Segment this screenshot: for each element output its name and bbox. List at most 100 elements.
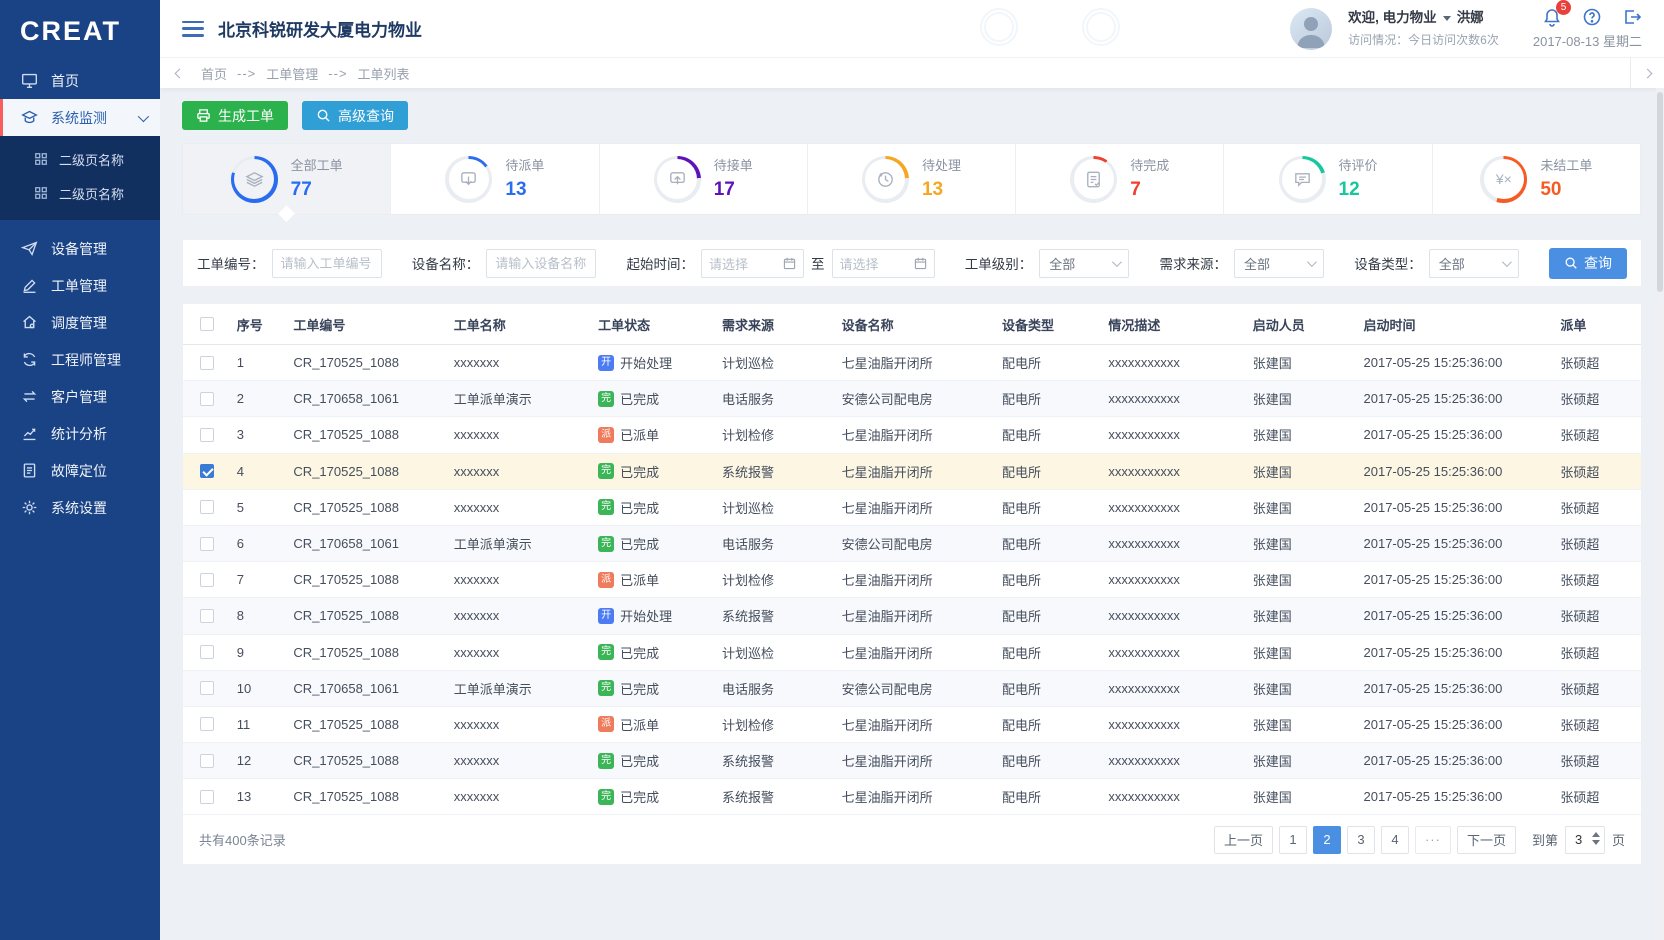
cell-order-no: CR_170525_1088 <box>289 645 449 660</box>
cell-description: xxxxxxxxxxx <box>1104 645 1248 660</box>
sidebar-item-fault-location[interactable]: 故障定位 <box>0 452 160 489</box>
stat-card-open-orders[interactable]: ¥× 未结工单 50 <box>1433 144 1641 214</box>
page-stepper[interactable] <box>1592 832 1600 845</box>
stat-card-all-orders[interactable]: 全部工单 77 <box>183 144 391 214</box>
stat-card-to-review[interactable]: 待评价 12 <box>1224 144 1432 214</box>
cell-start-time: 2017-05-25 15:25:36:00 <box>1360 753 1557 768</box>
source-select[interactable]: 全部 <box>1234 249 1324 278</box>
status-badge: 完 <box>598 499 614 515</box>
breadcrumb-back-icon[interactable] <box>175 68 185 78</box>
row-checkbox[interactable] <box>200 681 214 695</box>
table-row[interactable]: 5 CR_170525_1088 xxxxxxx 完 已完成 计划巡检 七星油脂… <box>183 490 1641 526</box>
page-title: 北京科锐研发大厦电力物业 <box>218 16 422 41</box>
row-checkbox[interactable] <box>200 609 214 623</box>
table-row[interactable]: 8 CR_170525_1088 xxxxxxx 开 开始处理 系统报警 七星油… <box>183 598 1641 634</box>
row-checkbox[interactable] <box>200 392 214 406</box>
row-checkbox[interactable] <box>200 464 214 478</box>
row-checkbox[interactable] <box>200 428 214 442</box>
row-checkbox[interactable] <box>200 356 214 370</box>
cell-order-no: CR_170658_1061 <box>289 391 449 406</box>
select-all-checkbox[interactable] <box>200 317 214 331</box>
menu-toggle-icon[interactable] <box>182 21 204 37</box>
query-button[interactable]: 查询 <box>1549 248 1627 279</box>
vertical-scrollbar[interactable] <box>1656 88 1664 940</box>
cell-order-name: xxxxxxx <box>450 500 594 515</box>
table-row[interactable]: 1 CR_170525_1088 xxxxxxx 开 开始处理 计划巡检 七星油… <box>183 345 1641 381</box>
generate-workorder-button[interactable]: 生成工单 <box>182 101 288 130</box>
sidebar-item-system-monitor[interactable]: 系统监测 <box>0 99 160 136</box>
cell-order-name: xxxxxxx <box>450 717 594 732</box>
sidebar-item-engineer-mgmt[interactable]: 工程师管理 <box>0 341 160 378</box>
order-no-input[interactable] <box>272 249 382 278</box>
row-checkbox[interactable] <box>200 573 214 587</box>
prev-page-button[interactable]: 上一页 <box>1214 826 1273 854</box>
status-badge: 完 <box>598 753 614 769</box>
page-button-2[interactable]: 2 <box>1313 826 1341 854</box>
table-row[interactable]: 2 CR_170658_1061 工单派单演示 完 已完成 电话服务 安德公司配… <box>183 381 1641 417</box>
row-checkbox[interactable] <box>200 790 214 804</box>
avatar[interactable] <box>1290 8 1332 50</box>
cell-device-name: 安德公司配电房 <box>838 389 998 408</box>
table-row[interactable]: 11 CR_170525_1088 xxxxxxx 派 已派单 计划检修 七星油… <box>183 707 1641 743</box>
breadcrumb-item-home[interactable]: 首页 <box>201 64 227 83</box>
sidebar-item-customer-mgmt[interactable]: 客户管理 <box>0 378 160 415</box>
page-button-1[interactable]: 1 <box>1279 826 1307 854</box>
table-row[interactable]: 12 CR_170525_1088 xxxxxxx 完 已完成 系统报警 七星油… <box>183 743 1641 779</box>
comment-icon <box>1282 159 1322 199</box>
status-badge: 派 <box>598 572 614 588</box>
table-row[interactable]: 7 CR_170525_1088 xxxxxxx 派 已派单 计划检修 七星油脂… <box>183 562 1641 598</box>
source-label: 需求来源： <box>1160 253 1228 273</box>
device-type-label: 设备类型： <box>1354 253 1422 273</box>
sidebar-item-workorder-mgmt[interactable]: 工单管理 <box>0 267 160 304</box>
sidebar-subitem-1[interactable]: 二级页名称 <box>0 142 160 176</box>
sidebar-item-dispatch-mgmt[interactable]: 调度管理 <box>0 304 160 341</box>
page-ellipsis[interactable]: ··· <box>1415 826 1451 854</box>
row-checkbox[interactable] <box>200 537 214 551</box>
stat-card-to-process[interactable]: 待处理 13 <box>808 144 1016 214</box>
stat-card-to-finish[interactable]: 待完成 7 <box>1016 144 1224 214</box>
cell-order-no: CR_170525_1088 <box>289 355 449 370</box>
status-badge: 完 <box>598 644 614 660</box>
level-select[interactable]: 全部 <box>1039 249 1129 278</box>
advanced-search-button[interactable]: 高级查询 <box>302 101 408 130</box>
table-row[interactable]: 13 CR_170525_1088 xxxxxxx 完 已完成 系统报警 七星油… <box>183 779 1641 815</box>
sidebar-submenu: 二级页名称 二级页名称 <box>0 136 160 220</box>
next-page-button[interactable]: 下一页 <box>1457 826 1516 854</box>
sidebar-item-stats-analysis[interactable]: 统计分析 <box>0 415 160 452</box>
table-row[interactable]: 4 CR_170525_1088 xxxxxxx 完 已完成 系统报警 七星油脂… <box>183 454 1641 490</box>
device-type-select[interactable]: 全部 <box>1429 249 1519 278</box>
breadcrumb-item-list[interactable]: 工单列表 <box>358 64 410 83</box>
row-checkbox[interactable] <box>200 754 214 768</box>
goto-page-input[interactable] <box>1575 832 1593 847</box>
sidebar-item-device-mgmt[interactable]: 设备管理 <box>0 230 160 267</box>
sidebar-subitem-2[interactable]: 二级页名称 <box>0 176 160 210</box>
start-date-picker[interactable]: 请选择 <box>701 249 804 278</box>
notification-bell-icon[interactable]: 5 <box>1542 7 1562 27</box>
table-header-row: 序号 工单编号 工单名称 工单状态 需求来源 设备名称 设备类型 情况描述 启动… <box>183 304 1641 345</box>
cell-device-name: 七星油脂开闭所 <box>838 425 998 444</box>
stat-card-to-accept[interactable]: 待接单 17 <box>600 144 808 214</box>
user-dropdown-icon[interactable] <box>1443 16 1451 21</box>
row-checkbox[interactable] <box>200 717 214 731</box>
stat-card-to-dispatch[interactable]: 待派单 13 <box>391 144 599 214</box>
sidebar-item-system-settings[interactable]: 系统设置 <box>0 489 160 526</box>
help-icon[interactable] <box>1582 7 1602 27</box>
cell-source: 电话服务 <box>718 389 838 408</box>
page-button-3[interactable]: 3 <box>1347 826 1375 854</box>
sidebar-item-home[interactable]: 首页 <box>0 62 160 99</box>
table-row[interactable]: 9 CR_170525_1088 xxxxxxx 完 已完成 计划巡检 七星油脂… <box>183 635 1641 671</box>
breadcrumb-forward-button[interactable] <box>1630 58 1664 88</box>
cell-order-no: CR_170525_1088 <box>289 464 449 479</box>
row-checkbox[interactable] <box>200 645 214 659</box>
scrollbar-thumb[interactable] <box>1657 92 1663 292</box>
cell-status: 已派单 <box>620 425 659 444</box>
breadcrumb-item-workorder[interactable]: 工单管理 <box>266 64 318 83</box>
row-checkbox[interactable] <box>200 500 214 514</box>
table-row[interactable]: 6 CR_170658_1061 工单派单演示 完 已完成 电话服务 安德公司配… <box>183 526 1641 562</box>
device-name-input[interactable] <box>486 249 596 278</box>
end-date-picker[interactable]: 请选择 <box>832 249 935 278</box>
table-row[interactable]: 3 CR_170525_1088 xxxxxxx 派 已派单 计划检修 七星油脂… <box>183 417 1641 453</box>
page-button-4[interactable]: 4 <box>1381 826 1409 854</box>
logout-icon[interactable] <box>1622 7 1642 27</box>
table-row[interactable]: 10 CR_170658_1061 工单派单演示 完 已完成 电话服务 安德公司… <box>183 671 1641 707</box>
